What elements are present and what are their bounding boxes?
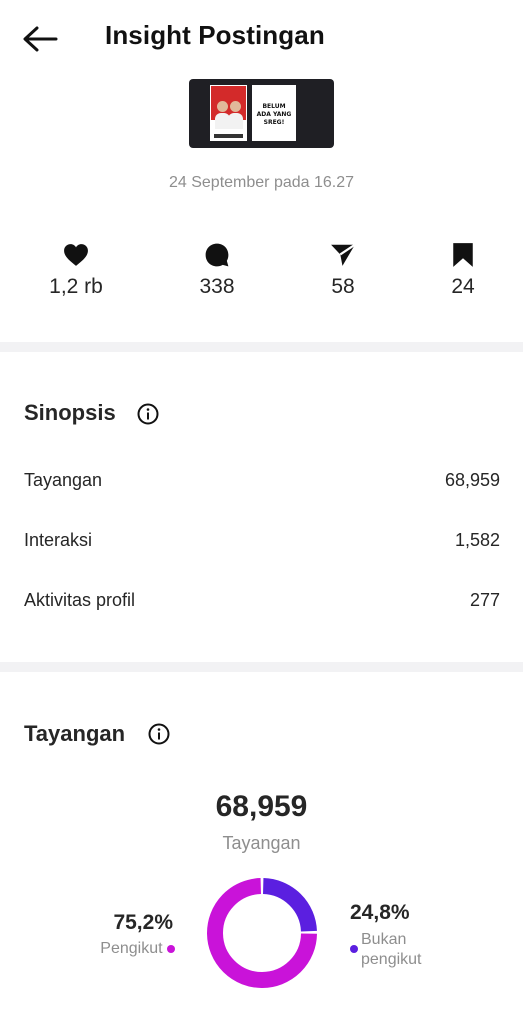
- thumbnail-photo: [210, 85, 247, 141]
- followers-label: Pengikut: [100, 940, 163, 957]
- post-thumbnail[interactable]: BELUM ADA YANG SREG!: [189, 79, 334, 148]
- tayangan-title: Tayangan: [24, 721, 126, 746]
- non-followers-label: Bukan pengikut: [361, 931, 422, 968]
- row-label: Aktivitas profil: [24, 590, 136, 610]
- non-followers-percent: 24,8%: [350, 901, 410, 924]
- section-divider: [0, 342, 523, 352]
- donut-segment-non-followers: [262, 878, 317, 932]
- row-value: 68,959: [444, 470, 500, 490]
- stat-comments-value: 338: [199, 275, 235, 298]
- views-total-label: Tayangan: [222, 833, 301, 853]
- info-icon[interactable]: [148, 723, 170, 745]
- section-divider: [0, 662, 523, 672]
- followers-percent: 75,2%: [113, 911, 173, 934]
- stat-likes-value: 1,2 rb: [49, 275, 103, 298]
- views-donut-chart: [207, 878, 317, 988]
- non-followers-dot: [350, 945, 358, 953]
- followers-dot: [167, 944, 175, 953]
- stat-saves-value: 24: [451, 275, 475, 298]
- post-date: 24 September pada 16.27: [168, 174, 355, 191]
- row-label: Interaksi: [24, 530, 93, 550]
- stat-saves: 24: [413, 240, 513, 299]
- row-value: 277: [469, 590, 500, 610]
- stat-shares-value: 58: [331, 275, 355, 298]
- bookmark-icon: [453, 243, 473, 267]
- thumbnail-card-text: BELUM ADA YANG SREG!: [256, 103, 292, 126]
- stat-likes: 1,2 rb: [26, 240, 126, 299]
- comment-icon: [205, 243, 229, 267]
- row-label: Tayangan: [24, 470, 103, 490]
- thumbnail-card: BELUM ADA YANG SREG!: [252, 85, 296, 141]
- page-title: Insight Postingan: [105, 20, 325, 50]
- share-icon: [331, 243, 356, 266]
- back-button[interactable]: [22, 26, 62, 54]
- arrow-left-icon: [23, 26, 58, 52]
- row-value: 1,582: [454, 530, 500, 550]
- info-icon[interactable]: [137, 403, 159, 425]
- header: Insight Postingan: [0, 0, 523, 76]
- followers-legend: Pengikut: [40, 940, 175, 958]
- stat-shares: 58: [293, 240, 393, 299]
- heart-icon: [64, 244, 88, 266]
- sinopsis-title: Sinopsis: [24, 400, 116, 425]
- non-followers-legend: Bukan pengikut: [348, 930, 448, 970]
- stat-comments: 338: [167, 240, 267, 299]
- views-total: 68,959: [215, 790, 308, 823]
